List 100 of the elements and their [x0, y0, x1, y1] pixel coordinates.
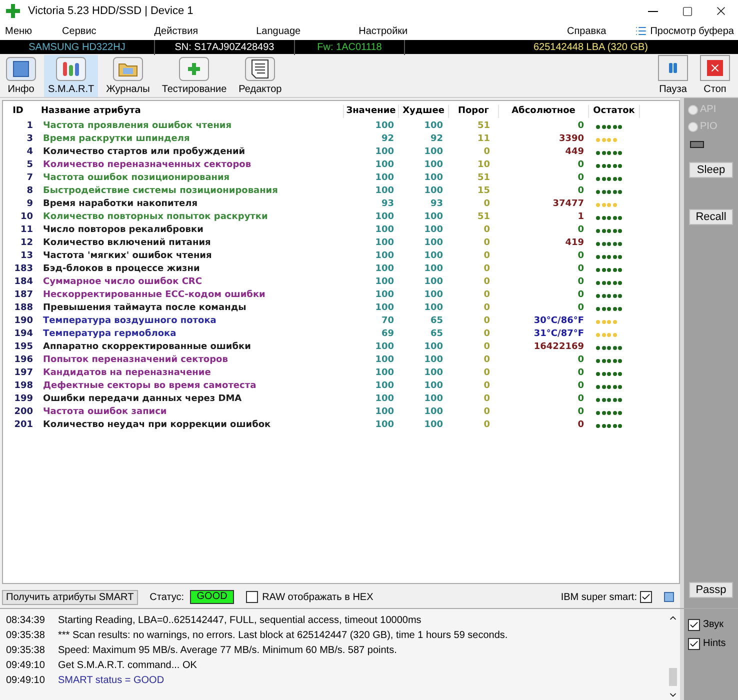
column-header[interactable]: Абсолютное [498, 104, 588, 118]
buffer-button[interactable]: Просмотр буфера [635, 24, 738, 38]
threshold-value: 51 [476, 172, 491, 185]
raw-value: 0 [576, 302, 585, 315]
attribute-value: 100 [374, 158, 395, 172]
toolbar-button[interactable]: S.M.A.R.T [44, 54, 98, 96]
get-smart-button[interactable]: Получить атрибуты SMART [2, 590, 138, 604]
menu-item[interactable]: Действия [149, 24, 204, 38]
log-time: 08:34:39 [5, 614, 46, 628]
indicator-icon [690, 141, 704, 148]
column-header[interactable]: Остаток [588, 104, 640, 118]
minimize-icon [648, 10, 658, 12]
attribute-id: 7 [26, 172, 33, 185]
attribute-value: 100 [374, 262, 395, 276]
ibm-checkbox[interactable] [640, 591, 652, 603]
raw-value: 0 [576, 250, 585, 263]
menu-item[interactable]: Настройки [354, 24, 413, 38]
log-message: Get S.M.A.R.T. command... OK [58, 659, 197, 673]
attribute-value: 100 [374, 418, 395, 432]
threshold-value: 0 [482, 340, 491, 354]
toolbar-button[interactable]: Тестирование [158, 54, 231, 96]
raw-value: 0 [576, 120, 585, 133]
attribute-value: 100 [374, 406, 395, 419]
toolbar-button[interactable]: Инфо [2, 54, 40, 96]
toolbar-button[interactable]: Журналы [102, 54, 154, 96]
attribute-id: 194 [13, 328, 33, 341]
threshold-value: 10 [476, 158, 491, 172]
firmware-version: Fw: 1AC01118 [295, 40, 405, 54]
raw-value: 0 [576, 406, 585, 419]
attribute-id: 201 [13, 418, 33, 432]
attribute-name: Количество переназначенных секторов [42, 158, 252, 172]
worst-value: 100 [423, 340, 444, 354]
threshold-value: 0 [482, 262, 491, 276]
menu-item[interactable]: Меню [0, 24, 38, 38]
threshold-value: 0 [482, 418, 491, 432]
folder-icon [112, 56, 143, 80]
worst-value: 100 [423, 288, 444, 302]
column-header[interactable]: Название атрибута [33, 104, 343, 118]
column-header[interactable]: ID [3, 104, 33, 118]
attribute-id: 200 [13, 406, 33, 419]
pause-button[interactable]: Пауза [656, 54, 690, 96]
attribute-id: 3 [26, 132, 33, 146]
worst-value: 100 [423, 418, 444, 432]
threshold-value: 0 [482, 224, 491, 237]
attribute-id: 196 [13, 354, 33, 367]
attribute-name: Частота ошибок записи [42, 406, 168, 419]
option-checkbox[interactable] [688, 618, 700, 630]
worst-value: 100 [423, 366, 444, 380]
side-button[interactable]: Recall [689, 209, 733, 225]
attribute-name: Аппаратно скорректированные ошибки [42, 340, 252, 354]
column-header[interactable]: Значение [343, 104, 398, 118]
threshold-value: 0 [482, 406, 491, 419]
passp-button[interactable]: Passp [689, 582, 733, 598]
ibm-label: IBM super smart: [560, 590, 637, 604]
attribute-name: Количество повторных попыток раскрутки [42, 210, 269, 224]
stop-button[interactable]: Стоп [698, 54, 732, 96]
side-button[interactable]: Sleep [689, 162, 733, 178]
attribute-value: 100 [374, 184, 395, 198]
worst-value: 93 [429, 198, 444, 211]
menu-item[interactable]: Сервис [57, 24, 102, 38]
worst-value: 100 [423, 158, 444, 172]
column-header[interactable]: Худшее [398, 104, 448, 118]
raw-value: 16422169 [532, 340, 585, 354]
option-checkbox[interactable] [688, 638, 700, 650]
attribute-name: Количество стартов или пробуждений [42, 146, 246, 159]
attribute-id: 197 [13, 366, 33, 380]
worst-value: 100 [423, 354, 444, 367]
toolbar-button[interactable]: Редактор [234, 54, 286, 96]
column-header[interactable]: Порог [448, 104, 498, 118]
attribute-id: 1 [26, 120, 33, 133]
attribute-id: 4 [26, 146, 33, 159]
log-time: 09:49:10 [5, 674, 46, 688]
worst-value: 100 [423, 302, 444, 315]
attribute-name: Суммарное число ошибок CRC [42, 276, 203, 289]
attribute-value: 100 [374, 210, 395, 224]
worst-value: 100 [423, 392, 444, 406]
attribute-name: Количество включений питания [42, 236, 212, 250]
worst-value: 100 [423, 276, 444, 289]
attribute-name: Нескорректированные ECC-кодом ошибки [42, 288, 266, 302]
raw-value: 0 [576, 366, 585, 380]
raw-value: 0 [576, 158, 585, 172]
attribute-value: 100 [374, 302, 395, 315]
threshold-value: 0 [482, 276, 491, 289]
status-label: Статус: [150, 590, 184, 604]
log-message: *** Scan results: no warnings, no errors. Last block at 625142447 (320 GB), time 1 hours 59 seconds. [58, 629, 508, 643]
menu-item[interactable]: Language [251, 24, 306, 38]
attribute-value: 100 [374, 146, 395, 159]
threshold-value: 0 [482, 146, 491, 159]
hex-checkbox[interactable] [246, 591, 258, 603]
attribute-id: 187 [13, 288, 33, 302]
worst-value: 100 [423, 224, 444, 237]
menu-item[interactable]: Справка [562, 24, 612, 38]
log-message: Starting Reading, LBA=0..625142447, FULL, sequential access, timeout 10000ms [58, 614, 422, 628]
scrollbar-thumb[interactable] [669, 668, 677, 686]
raw-value: 0 [576, 354, 585, 367]
threshold-value: 51 [476, 120, 491, 133]
worst-value: 100 [423, 380, 444, 393]
threshold-value: 0 [482, 302, 491, 315]
attribute-value: 100 [374, 354, 395, 367]
attribute-id: 12 [19, 236, 33, 250]
